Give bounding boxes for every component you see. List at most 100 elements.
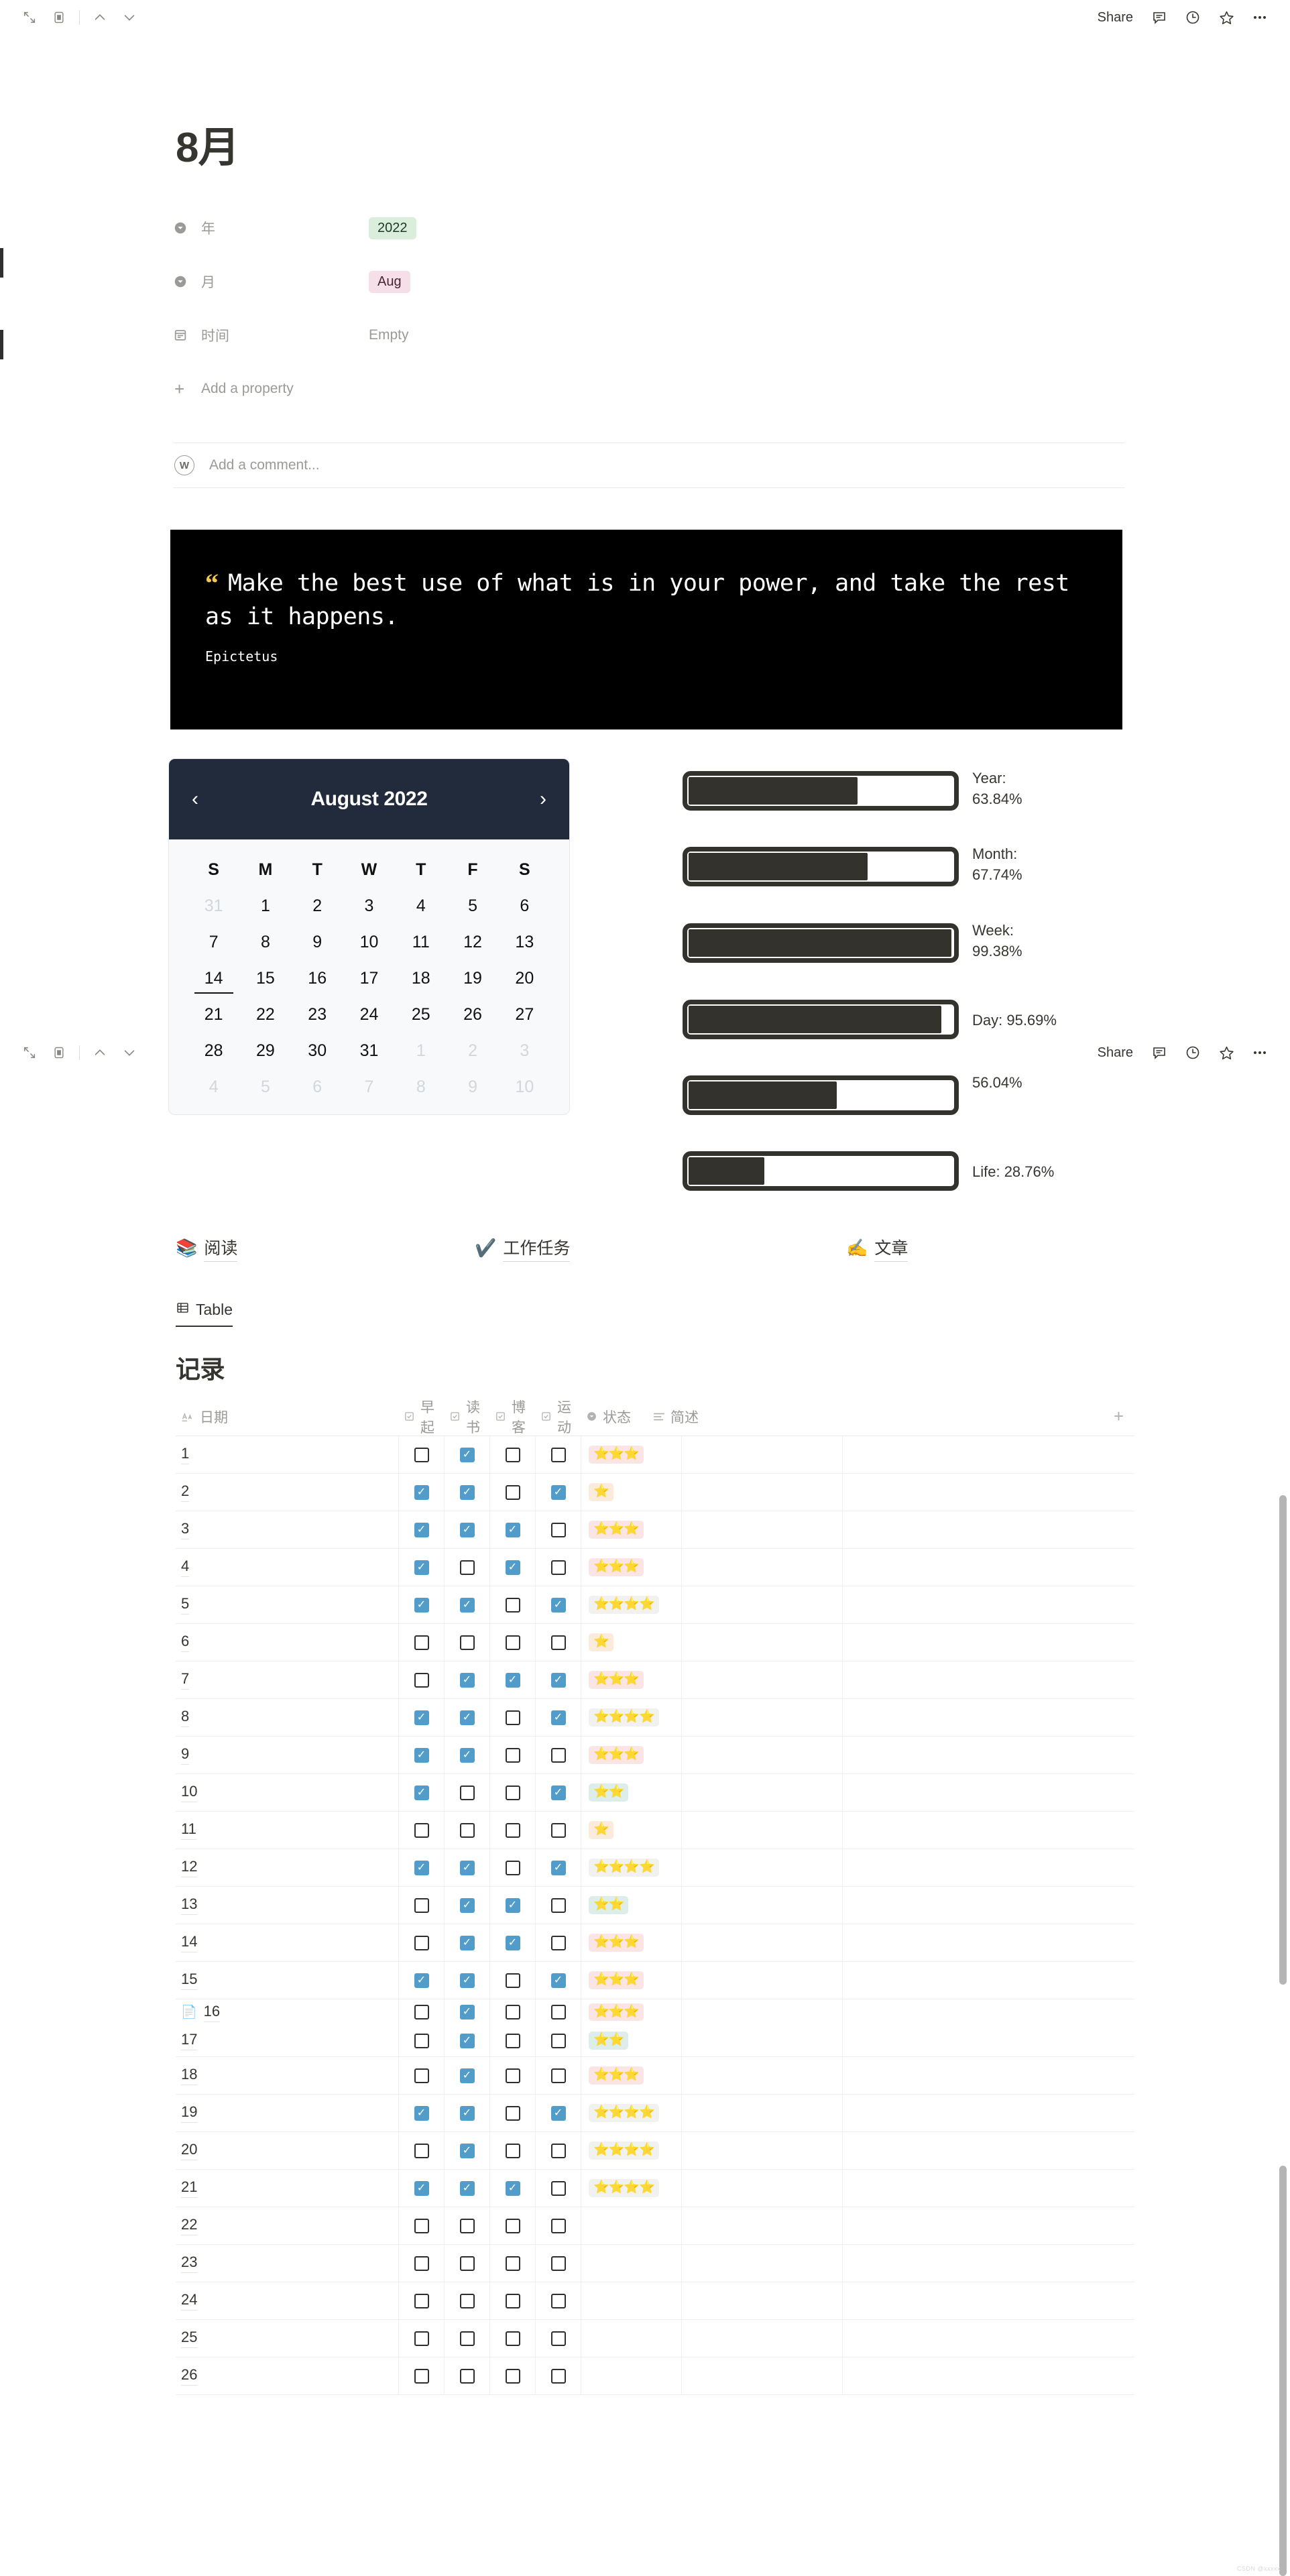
table-scrollbar[interactable]	[1279, 2166, 1287, 2576]
checkbox-unchecked-icon[interactable]	[459, 2293, 475, 2308]
cell-date[interactable]: 14	[176, 1924, 398, 1961]
cell-exercise[interactable]: ✓	[535, 1774, 581, 1811]
checkbox-unchecked-icon[interactable]	[550, 1560, 566, 1575]
cell-date[interactable]: 15	[176, 1962, 398, 1999]
checkbox-checked-icon[interactable]: ✓	[459, 2005, 475, 2019]
checkbox-unchecked-icon[interactable]	[550, 2218, 566, 2233]
column-header-exercise[interactable]: 运动	[535, 1397, 581, 1436]
cell-blog[interactable]	[489, 1962, 535, 1999]
cell-status[interactable]: ⭐⭐⭐⭐	[581, 1586, 681, 1623]
chevron-left-icon[interactable]: ‹	[192, 789, 198, 809]
column-header-date[interactable]: 日期	[176, 1397, 398, 1436]
cell-early-rise[interactable]	[398, 1661, 444, 1698]
checkbox-unchecked-icon[interactable]	[550, 1447, 566, 1462]
cell-exercise[interactable]	[535, 1737, 581, 1773]
cell-blog[interactable]: ✓	[489, 1549, 535, 1586]
cell-blog[interactable]	[489, 2057, 535, 2094]
checkbox-unchecked-icon[interactable]	[505, 1860, 520, 1875]
cell-early-rise[interactable]: ✓	[398, 1962, 444, 1999]
calendar-day[interactable]: 28	[188, 1033, 239, 1069]
checkbox-unchecked-icon[interactable]	[414, 2143, 429, 2158]
property-row-year[interactable]: 年 2022	[173, 215, 944, 241]
calendar-day[interactable]: 3	[343, 888, 395, 924]
checkbox-checked-icon[interactable]: ✓	[459, 1522, 475, 1537]
calendar-day[interactable]: 27	[499, 996, 550, 1033]
cell-status[interactable]	[581, 2245, 681, 2282]
cell-early-rise[interactable]	[398, 2357, 444, 2394]
calendar-day[interactable]: 2	[447, 1033, 498, 1069]
cell-description[interactable]	[681, 2132, 842, 2169]
checkbox-unchecked-icon[interactable]	[414, 1635, 429, 1650]
cell-status[interactable]: ⭐⭐⭐	[581, 1924, 681, 1961]
cell-blog[interactable]	[489, 2245, 535, 2282]
checkbox-checked-icon[interactable]: ✓	[459, 1597, 475, 1613]
checkbox-checked-icon[interactable]: ✓	[505, 1897, 520, 1913]
checkbox-unchecked-icon[interactable]	[414, 2033, 429, 2048]
calendar-day[interactable]: 12	[447, 924, 498, 960]
checkbox-checked-icon[interactable]: ✓	[459, 2180, 475, 2196]
table-row[interactable]: 18 ✓ ⭐⭐⭐	[176, 2057, 1134, 2095]
checkbox-unchecked-icon[interactable]	[459, 1635, 475, 1650]
checkbox-unchecked-icon[interactable]	[550, 2180, 566, 2196]
cell-blog[interactable]	[489, 1774, 535, 1811]
checkbox-unchecked-icon[interactable]	[414, 2293, 429, 2308]
checkbox-checked-icon[interactable]: ✓	[550, 2105, 566, 2121]
cell-early-rise[interactable]: ✓	[398, 1586, 444, 1623]
cell-date[interactable]: 21	[176, 2170, 398, 2207]
comment-icon[interactable]	[1144, 3, 1175, 32]
cell-date[interactable]: 13	[176, 1887, 398, 1924]
property-value[interactable]: Aug	[369, 270, 410, 293]
calendar-day[interactable]: 6	[499, 888, 550, 924]
cell-exercise[interactable]: ✓	[535, 2095, 581, 2131]
cell-status[interactable]: ⭐⭐⭐⭐	[581, 1849, 681, 1886]
cell-reading[interactable]	[444, 2357, 489, 2394]
table-row[interactable]: 17 ✓ ⭐⭐	[176, 2025, 1134, 2057]
calendar-day[interactable]: 1	[239, 888, 291, 924]
cell-early-rise[interactable]	[398, 1924, 444, 1961]
cell-blog[interactable]	[489, 1624, 535, 1661]
cell-blog[interactable]	[489, 1699, 535, 1736]
checkbox-checked-icon[interactable]: ✓	[459, 1710, 475, 1725]
cell-description[interactable]	[681, 1774, 842, 1811]
cell-date[interactable]: 3	[176, 1511, 398, 1548]
checkbox-unchecked-icon[interactable]	[550, 1897, 566, 1913]
cell-reading[interactable]: ✓	[444, 1436, 489, 1473]
cell-description[interactable]	[681, 1436, 842, 1473]
cell-status[interactable]: ⭐⭐⭐⭐	[581, 2095, 681, 2131]
clock-icon[interactable]	[1177, 1038, 1208, 1067]
checkbox-checked-icon[interactable]: ✓	[459, 1672, 475, 1688]
cell-status[interactable]: ⭐⭐	[581, 2025, 681, 2056]
table-row[interactable]: 20 ✓ ⭐⭐⭐⭐	[176, 2132, 1134, 2170]
cell-status[interactable]: ⭐⭐⭐	[581, 1661, 681, 1698]
cell-description[interactable]	[681, 2320, 842, 2357]
cell-status[interactable]	[581, 2282, 681, 2319]
checkbox-checked-icon[interactable]: ✓	[414, 1710, 429, 1725]
checkbox-unchecked-icon[interactable]	[505, 1785, 520, 1800]
cell-description[interactable]	[681, 1962, 842, 1999]
checkbox-unchecked-icon[interactable]	[505, 1635, 520, 1650]
checkbox-unchecked-icon[interactable]	[550, 2068, 566, 2083]
column-header-reading[interactable]: 读书	[444, 1397, 489, 1436]
checkbox-checked-icon[interactable]: ✓	[414, 1785, 429, 1800]
cell-date[interactable]: 10	[176, 1774, 398, 1811]
cell-early-rise[interactable]	[398, 2245, 444, 2282]
table-row[interactable]: 11 ⭐	[176, 1812, 1134, 1849]
table-row[interactable]: 4 ✓ ✓ ⭐⭐⭐	[176, 1549, 1134, 1586]
checkbox-checked-icon[interactable]: ✓	[550, 1973, 566, 1988]
table-row[interactable]: 19 ✓ ✓ ✓ ⭐⭐⭐⭐	[176, 2095, 1134, 2132]
cell-date[interactable]: 12	[176, 1849, 398, 1886]
cell-early-rise[interactable]	[398, 1887, 444, 1924]
cell-status[interactable]: ⭐⭐⭐	[581, 1511, 681, 1548]
cell-reading[interactable]: ✓	[444, 1999, 489, 2025]
cell-early-rise[interactable]	[398, 2025, 444, 2056]
checkbox-checked-icon[interactable]: ✓	[414, 1973, 429, 1988]
checkbox-checked-icon[interactable]: ✓	[414, 1522, 429, 1537]
cell-reading[interactable]: ✓	[444, 2170, 489, 2207]
cell-exercise[interactable]	[535, 1999, 581, 2025]
calendar-day[interactable]: 4	[188, 1069, 239, 1105]
cell-status[interactable]: ⭐	[581, 1624, 681, 1661]
cell-description[interactable]	[681, 1549, 842, 1586]
calendar-day[interactable]: 23	[292, 996, 343, 1033]
checkbox-checked-icon[interactable]: ✓	[414, 2180, 429, 2196]
checkbox-unchecked-icon[interactable]	[550, 2005, 566, 2019]
